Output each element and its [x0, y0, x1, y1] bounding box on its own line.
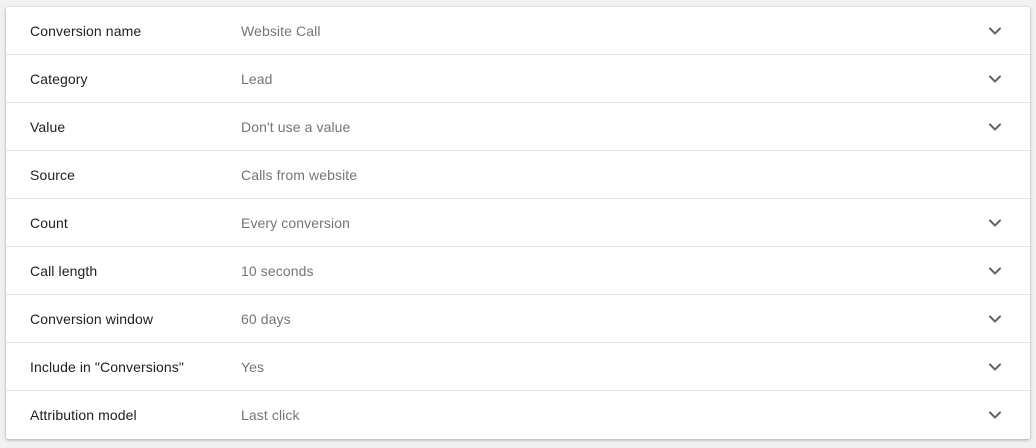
chevron-down-icon[interactable]	[988, 74, 1002, 84]
chevron-down-icon[interactable]	[988, 410, 1002, 420]
setting-label: Category	[30, 70, 88, 87]
setting-row-source: Source Calls from website	[6, 151, 1030, 199]
chevron-down-icon[interactable]	[988, 26, 1002, 36]
chevron-down-icon[interactable]	[988, 266, 1002, 276]
setting-row-call-length[interactable]: Call length 10 seconds	[6, 247, 1030, 295]
chevron-down-icon[interactable]	[988, 218, 1002, 228]
setting-label: Count	[30, 214, 68, 231]
setting-value: 60 days	[241, 310, 291, 327]
setting-value: Lead	[241, 70, 273, 87]
setting-label: Call length	[30, 262, 98, 279]
setting-label: Conversion name	[30, 22, 142, 39]
setting-value: Don't use a value	[241, 118, 351, 135]
setting-row-value[interactable]: Value Don't use a value	[6, 103, 1030, 151]
chevron-down-icon[interactable]	[988, 122, 1002, 132]
setting-label: Include in "Conversions"	[30, 358, 184, 375]
setting-label: Conversion window	[30, 310, 154, 327]
setting-value: Yes	[241, 358, 265, 375]
setting-label: Source	[30, 166, 75, 183]
setting-value: 10 seconds	[241, 262, 314, 279]
setting-row-conversion-name[interactable]: Conversion name Website Call	[6, 7, 1030, 55]
setting-value: Every conversion	[241, 214, 350, 231]
setting-label: Attribution model	[30, 406, 137, 423]
setting-row-include-in-conversions[interactable]: Include in "Conversions" Yes	[6, 343, 1030, 391]
setting-value: Last click	[241, 406, 300, 423]
setting-row-count[interactable]: Count Every conversion	[6, 199, 1030, 247]
chevron-down-icon[interactable]	[988, 362, 1002, 372]
setting-row-conversion-window[interactable]: Conversion window 60 days	[6, 295, 1030, 343]
setting-row-category[interactable]: Category Lead	[6, 55, 1030, 103]
setting-label: Value	[30, 118, 66, 135]
conversion-settings-panel: Conversion name Website Call Category Le…	[6, 7, 1030, 439]
setting-row-attribution-model[interactable]: Attribution model Last click	[6, 391, 1030, 438]
chevron-down-icon[interactable]	[988, 314, 1002, 324]
setting-value: Calls from website	[241, 166, 358, 183]
setting-value: Website Call	[241, 22, 321, 39]
